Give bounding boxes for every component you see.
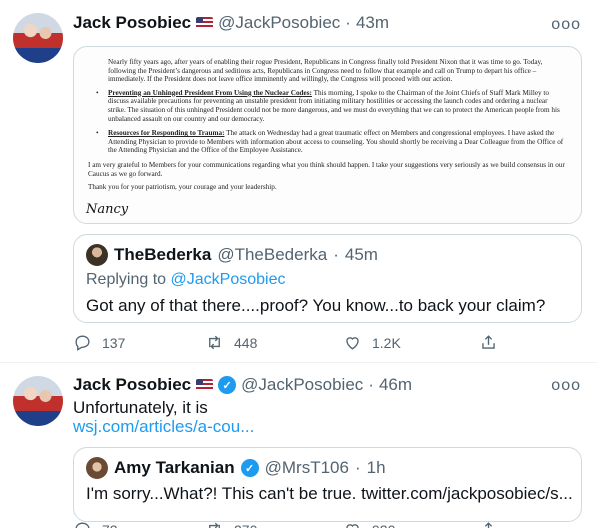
document-paragraph: Thank you for your patriotism, your cour… [88,183,277,192]
like-count: 920 [372,522,395,528]
author-handle[interactable]: @JackPosobiec [241,375,363,395]
like-count: 1.2K [372,334,401,351]
document-bullet: Preventing an Unhinged President From Us… [88,89,567,123]
tweet-2[interactable]: Jack Posobiec ✓ @JackPosobiec · 46m ooo … [0,363,597,528]
tweet-time[interactable]: 46m [379,375,412,395]
replying-prefix: Replying to [86,271,171,288]
verified-icon: ✓ [218,376,237,394]
retweet-count: 448 [234,334,258,351]
heart-icon [346,337,359,350]
bullet-title: Preventing an Unhinged President From Us… [108,88,312,97]
reply-button[interactable]: 137 [73,333,125,352]
us-flag-icon [196,379,214,391]
share-icon [484,522,493,528]
retweet-button[interactable]: 270 [205,520,257,528]
author-name[interactable]: Jack Posobiec [73,13,191,33]
quote-time: 45m [344,245,378,264]
share-button[interactable] [479,333,498,352]
retweet-icon [209,522,220,528]
author-handle[interactable]: @JackPosobiec [218,13,340,33]
quote-time: 1h [366,458,386,477]
like-button[interactable]: 1.2K [343,333,401,352]
avatar[interactable] [13,13,63,63]
more-options-icon[interactable]: ooo [551,16,581,34]
tweet-header: Jack Posobiec @JackPosobiec · 43m [73,13,389,33]
reply-count: 72 [102,522,118,528]
retweet-count: 270 [234,522,257,528]
tweet-header: Jack Posobiec ✓ @JackPosobiec · 46m [73,375,412,395]
document-image[interactable]: Nearly fifty years ago, after years of e… [73,46,582,224]
quote-header: Amy Tarkanian ✓ @MrsT106 · 1h [86,457,386,479]
reply-button[interactable]: 72 [73,520,118,528]
document-paragraph: I am very grateful to Members for your c… [88,160,565,178]
us-flag-icon [196,17,214,29]
tweet-time[interactable]: 43m [356,13,389,33]
bullet-title: Resources for Responding to Trauma: [108,129,225,138]
separator-dot: · [368,375,374,394]
article-link[interactable]: wsj.com/articles/a-cou... [73,416,254,438]
quote-author-handle: @TheBederka [217,245,328,264]
replying-handle[interactable]: @JackPosobiec [171,271,286,288]
avatar[interactable] [13,376,63,426]
quoted-tweet[interactable]: Amy Tarkanian ✓ @MrsT106 · 1h I'm sorry.… [73,447,582,522]
reply-icon [75,335,90,351]
verified-icon: ✓ [240,459,259,477]
quote-text: Got any of that there....proof? You know… [86,296,546,315]
reply-icon [75,522,90,528]
tweet-1[interactable]: Jack Posobiec @JackPosobiec · 43m ooo Ne… [0,0,597,360]
quote-author-name: TheBederka [114,245,212,264]
retweet-icon [209,335,220,350]
signature: Nancy [86,202,129,218]
more-options-icon[interactable]: ooo [551,377,581,395]
reply-count: 137 [102,334,126,351]
separator-dot: · [345,13,351,32]
separator-dot: · [354,458,361,477]
share-button[interactable] [479,520,498,528]
quote-avatar [86,457,108,479]
heart-icon [346,524,359,528]
like-button[interactable]: 920 [343,520,395,528]
quote-author-handle: @MrsT106 [264,458,349,477]
retweet-button[interactable]: 448 [205,333,257,352]
quoted-tweet[interactable]: TheBederka @TheBederka · 45m Replying to… [73,234,582,323]
share-icon [482,335,495,349]
quote-avatar [86,244,108,266]
author-name[interactable]: Jack Posobiec [73,375,191,395]
quote-text: I'm sorry...What?! This can't be true. t… [86,484,573,503]
document-bullets: Preventing an Unhinged President From Us… [88,89,567,155]
replying-to: Replying to @JackPosobiec [86,271,285,289]
separator-dot: · [333,245,339,264]
document-bullet: Resources for Responding to Trauma: The … [88,129,567,155]
quote-author-name: Amy Tarkanian [114,458,235,477]
document-intro: Nearly fifty years ago, after years of e… [108,58,543,84]
quote-header: TheBederka @TheBederka · 45m [86,244,378,266]
